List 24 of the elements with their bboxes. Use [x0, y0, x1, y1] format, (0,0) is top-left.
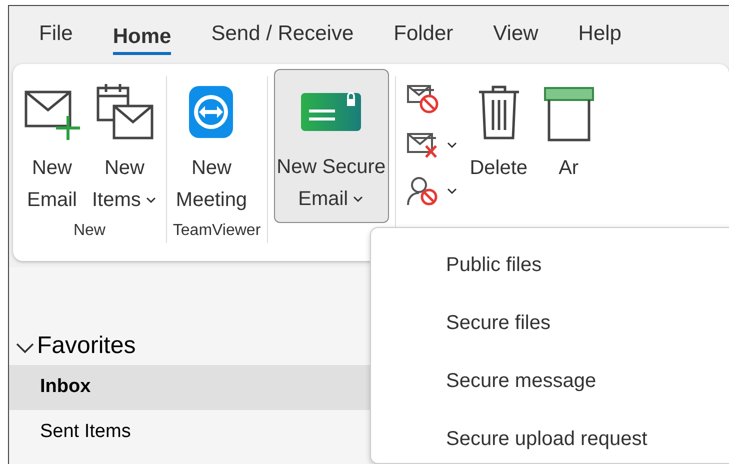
menu-item[interactable]: Secure upload request: [371, 410, 729, 464]
group-label: New: [72, 221, 106, 241]
person-block-icon: [406, 176, 440, 206]
caret-icon: [446, 187, 458, 195]
ribbon-tab[interactable]: Help: [578, 18, 622, 52]
ribbon-button[interactable]: New Meeting: [172, 76, 250, 219]
ribbon-button[interactable]: New Items: [89, 76, 160, 219]
ribbon-button[interactable]: New Email: [19, 76, 85, 219]
calendar-envelope-icon: [94, 82, 154, 142]
caret-icon: [144, 196, 157, 204]
ribbon-tab[interactable]: File: [39, 18, 73, 52]
envelope-x-icon: [406, 130, 440, 160]
ignore-icon: [406, 84, 440, 114]
chevron-down-icon: [15, 342, 35, 354]
ribbon-tab[interactable]: Home: [112, 20, 172, 56]
group-label: TeamViewer: [172, 221, 261, 241]
caret-icon: [352, 195, 364, 203]
ribbon-tab[interactable]: Send / Receive: [211, 18, 354, 52]
ribbon-button[interactable]: New Secure Email: [274, 69, 389, 223]
ribbon-tab[interactable]: Folder: [394, 18, 454, 52]
menu-item[interactable]: Secure files: [371, 294, 729, 352]
ribbon-tab[interactable]: View: [493, 18, 538, 52]
caret-icon: [446, 141, 458, 149]
favorites-header[interactable]: Favorites: [9, 327, 142, 365]
